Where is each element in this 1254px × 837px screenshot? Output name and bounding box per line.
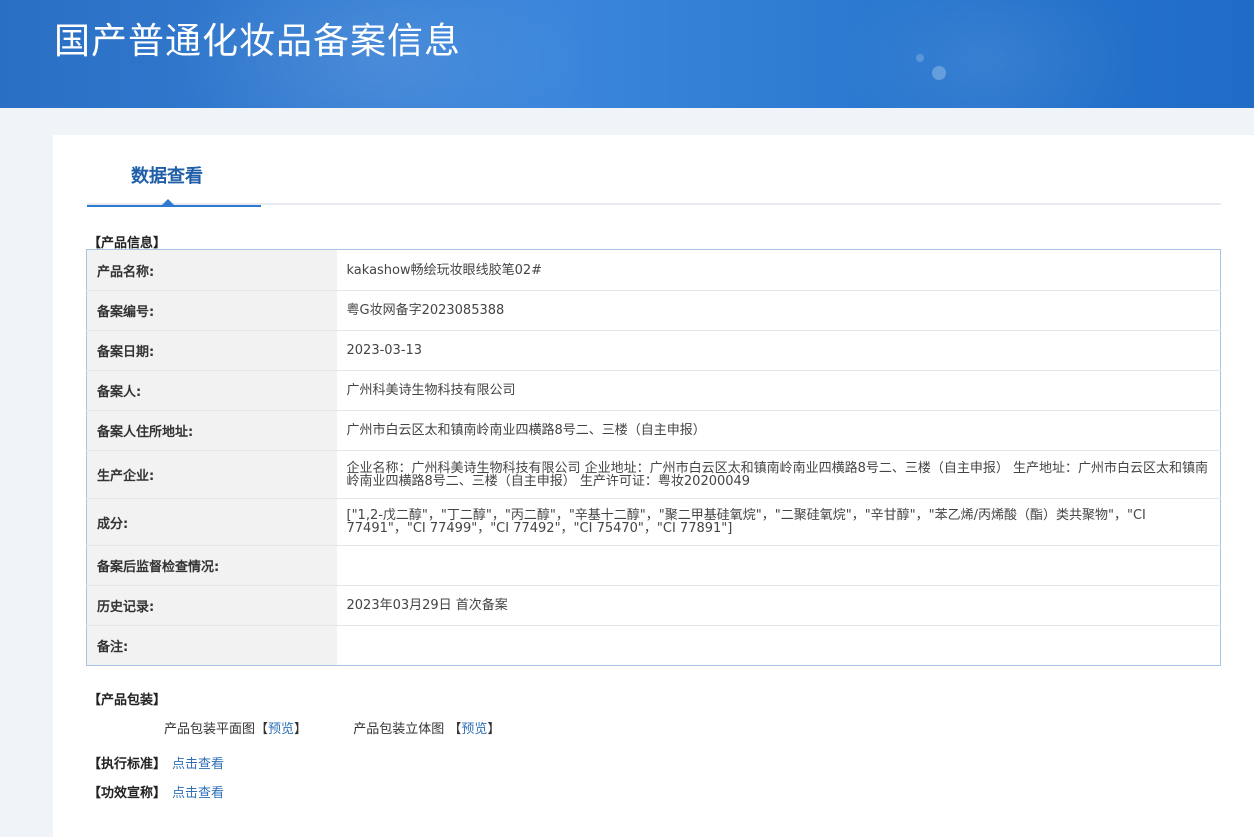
standard-row: 【执行标准】 点击查看 (88, 753, 224, 772)
row-value: kakashow畅绘玩妆眼线胶笔02# (336, 249, 1221, 291)
row-key: 产品名称: (86, 249, 337, 291)
tab-label: 数据查看 (131, 166, 203, 187)
section-efficacy: 【功效宣称】 (88, 786, 167, 801)
bracket: 】 (294, 722, 308, 737)
table-row: 备案后监督检查情况: (86, 545, 1221, 586)
efficacy-row: 【功效宣称】 点击查看 (88, 782, 224, 801)
page-title: 国产普通化妆品备案信息 (54, 21, 462, 62)
row-value (336, 545, 1221, 586)
table-row: 成分: ["1,2-戊二醇"，"丁二醇"，"丙二醇"，"辛基十二醇"，"聚二甲基… (86, 498, 1221, 546)
table-row: 备案日期: 2023-03-13 (86, 330, 1221, 371)
row-value: 广州市白云区太和镇南岭南业四横路8号二、三楼（自主申报） (336, 410, 1221, 451)
row-key: 历史记录: (86, 585, 337, 626)
row-key: 备注: (86, 625, 337, 666)
section-standard: 【执行标准】 (88, 757, 167, 772)
row-value: ["1,2-戊二醇"，"丁二醇"，"丙二醇"，"辛基十二醇"，"聚二甲基硅氧烷"… (336, 498, 1221, 546)
bracket: 】 (487, 722, 501, 737)
row-key: 备案后监督检查情况: (86, 545, 337, 586)
tab-bar: 数据查看 (87, 135, 1221, 207)
row-key: 成分: (86, 498, 337, 546)
preview-solid-link[interactable]: 预览 (461, 722, 487, 737)
banner-decoration (932, 66, 946, 80)
header-banner: 国产普通化妆品备案信息 (0, 0, 1254, 108)
table-row: 备案人: 广州科美诗生物科技有限公司 (86, 370, 1221, 411)
banner-decoration (840, 0, 1140, 108)
table-row: 历史记录: 2023年03月29日 首次备案 (86, 585, 1221, 626)
tab-data-view[interactable]: 数据查看 (87, 135, 261, 207)
packaging-flat-label: 产品包装平面图 (164, 722, 256, 737)
row-value (337, 626, 1221, 666)
row-value: 广州科美诗生物科技有限公司 (336, 370, 1221, 411)
banner-decoration (916, 54, 924, 62)
standard-view-link[interactable]: 点击查看 (172, 757, 224, 772)
content-card: 数据查看 【产品信息】 产品名称: kakashow畅绘玩妆眼线胶笔02# 备案… (53, 135, 1254, 837)
packaging-flat: 产品包装平面图【预览】 (164, 718, 307, 737)
row-key: 备案人: (86, 370, 337, 411)
table-row: 产品名称: kakashow畅绘玩妆眼线胶笔02# (86, 249, 1221, 291)
table-row: 备注: (86, 625, 1221, 666)
row-key: 备案日期: (86, 330, 337, 371)
packaging-row: 产品包装平面图【预览】 产品包装立体图 【预览】 (164, 718, 500, 737)
tab-caret-icon (162, 199, 174, 205)
table-row: 备案编号: 粤G妆网备字2023085388 (86, 290, 1221, 331)
preview-flat-link[interactable]: 预览 (268, 722, 294, 737)
packaging-solid: 产品包装立体图 【预览】 (353, 718, 500, 737)
bracket: 【 (255, 722, 269, 737)
product-info-table: 产品名称: kakashow畅绘玩妆眼线胶笔02# 备案编号: 粤G妆网备字20… (86, 249, 1221, 666)
efficacy-view-link[interactable]: 点击查看 (172, 786, 224, 801)
section-product-packaging: 【产品包装】 (88, 693, 167, 708)
row-key: 备案人住所地址: (86, 410, 337, 451)
row-value: 粤G妆网备字2023085388 (336, 290, 1221, 331)
table-row: 备案人住所地址: 广州市白云区太和镇南岭南业四横路8号二、三楼（自主申报） (86, 410, 1221, 451)
tab-underline (87, 205, 261, 207)
bracket: 【 (448, 722, 462, 737)
row-value: 企业名称：广州科美诗生物科技有限公司 企业地址：广州市白云区太和镇南岭南业四横路… (336, 450, 1221, 499)
row-value: 2023年03月29日 首次备案 (336, 585, 1221, 626)
row-value: 2023-03-13 (336, 330, 1221, 371)
packaging-solid-label: 产品包装立体图 (353, 722, 445, 737)
row-key: 生产企业: (86, 450, 337, 499)
table-row: 生产企业: 企业名称：广州科美诗生物科技有限公司 企业地址：广州市白云区太和镇南… (86, 450, 1221, 499)
row-key: 备案编号: (86, 290, 337, 331)
